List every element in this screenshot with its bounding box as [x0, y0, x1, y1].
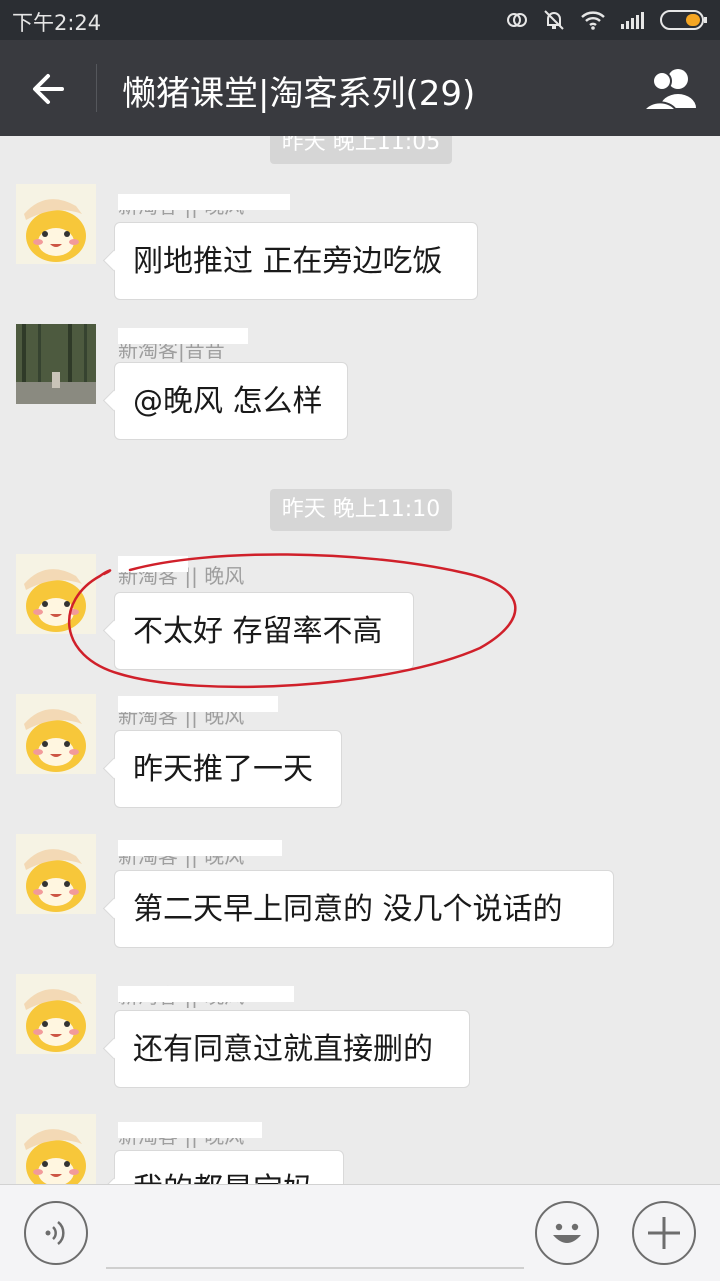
- plus-icon: [648, 1217, 680, 1249]
- chat-header: 懒猪课堂|淘客系列(29): [0, 40, 720, 136]
- voice-button[interactable]: [24, 1201, 88, 1265]
- shiba-avatar-icon: [16, 184, 96, 264]
- shiba-avatar-icon: [16, 694, 96, 774]
- avatar[interactable]: [16, 324, 96, 404]
- status-icons: [506, 6, 708, 34]
- redaction-mask: [118, 556, 188, 572]
- sync-icon: [507, 13, 527, 27]
- message-bubble[interactable]: @晚风 怎么样: [114, 362, 348, 440]
- status-time: 下午2:24: [12, 11, 102, 35]
- redaction-mask: [118, 840, 282, 856]
- redaction-mask: [118, 696, 278, 712]
- emoji-button[interactable]: [535, 1201, 599, 1265]
- shiba-avatar-icon: [16, 834, 96, 914]
- more-button[interactable]: [632, 1201, 696, 1265]
- shiba-avatar-icon: [16, 554, 96, 634]
- shiba-avatar-icon: [16, 1114, 96, 1184]
- message-bubble[interactable]: 昨天推了一天: [114, 730, 342, 808]
- message-bubble[interactable]: 还有同意过就直接删的: [114, 1010, 470, 1088]
- shiba-avatar-icon: [16, 974, 96, 1054]
- redaction-mask: [118, 194, 290, 210]
- message-input[interactable]: [106, 1203, 524, 1269]
- emoji-icon: [553, 1223, 581, 1243]
- avatar[interactable]: [16, 834, 96, 914]
- wifi-icon: [581, 11, 605, 30]
- voice-icon: [45, 1221, 65, 1245]
- time-label: 昨天 晚上11:10: [270, 489, 452, 531]
- header-divider: [96, 64, 97, 112]
- avatar[interactable]: [16, 554, 96, 634]
- redaction-mask: [118, 328, 248, 344]
- message-bubble[interactable]: 刚地推过 正在旁边吃饭: [114, 222, 478, 300]
- back-button[interactable]: [24, 64, 74, 114]
- message-bubble[interactable]: 第二天早上同意的 没几个说话的: [114, 870, 614, 948]
- redaction-mask: [118, 1122, 262, 1138]
- group-members-icon: [642, 69, 696, 111]
- avatar[interactable]: [16, 1114, 96, 1184]
- avatar[interactable]: [16, 694, 96, 774]
- time-label: 昨天 晚上11:05: [270, 136, 452, 164]
- input-bar: [0, 1184, 720, 1281]
- message-bubble[interactable]: 我的都是宝妈: [114, 1150, 344, 1184]
- battery-icon: [660, 10, 707, 30]
- forest-photo-avatar-icon: [16, 324, 96, 404]
- avatar[interactable]: [16, 974, 96, 1054]
- mute-bell-icon: [544, 10, 564, 30]
- chat-area[interactable]: 昨天 晚上11:05 新淘客 || 晚风 刚地推过 正在旁边吃饭 新淘客|昔昔 …: [0, 136, 720, 1184]
- signal-icon: [621, 12, 644, 29]
- message-bubble[interactable]: 不太好 存留率不高: [114, 592, 414, 670]
- avatar[interactable]: [16, 184, 96, 264]
- group-info-button[interactable]: [642, 64, 702, 114]
- status-bar: 下午2:24: [0, 0, 720, 40]
- redaction-mask: [118, 986, 294, 1002]
- back-arrow-icon: [33, 74, 64, 104]
- group-title: 懒猪课堂|淘客系列(29): [122, 74, 476, 114]
